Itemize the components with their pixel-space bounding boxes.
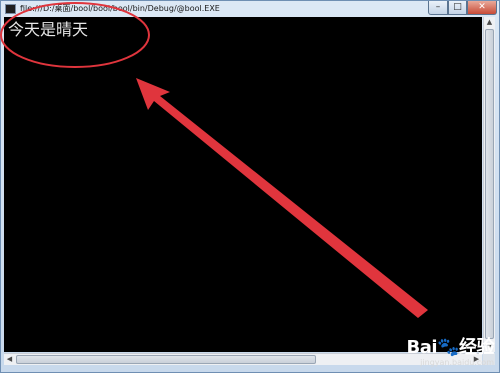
watermark-url: jingyan.baidu.com	[420, 358, 494, 367]
annotation-arrow	[136, 78, 428, 318]
baidu-jingyan-watermark: Bai🐾经验 jingyan.baidu.com	[406, 337, 495, 368]
annotation-ellipse	[0, 2, 150, 68]
annotation-overlay	[0, 2, 428, 318]
watermark-logo: Bai🐾经验	[406, 337, 495, 358]
